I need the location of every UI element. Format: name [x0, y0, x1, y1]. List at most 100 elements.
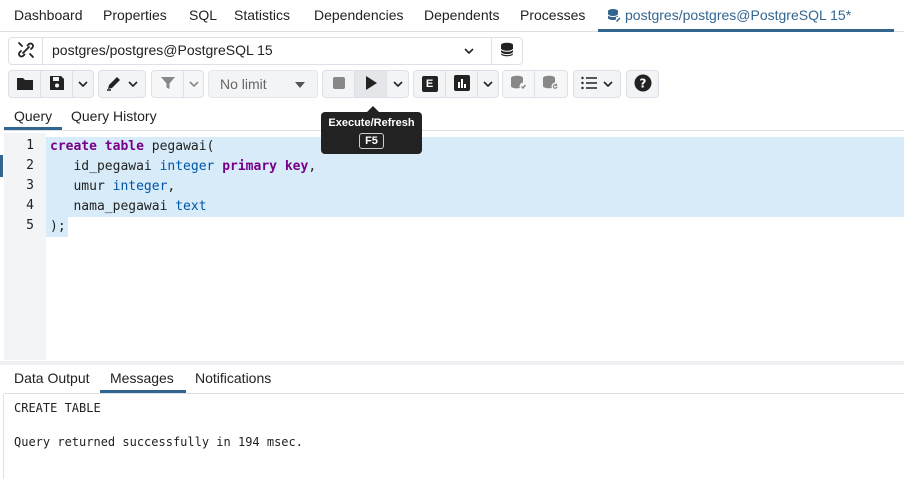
- filter-button[interactable]: [152, 71, 184, 97]
- code-line: );: [50, 217, 66, 237]
- execute-button-group: [322, 70, 409, 98]
- macros-button[interactable]: [574, 71, 620, 97]
- line-number: 1: [26, 138, 34, 153]
- filter-button-group: [151, 70, 204, 98]
- save-file-button[interactable]: [41, 71, 73, 97]
- connection-label: postgres/postgres@PostgreSQL 15: [52, 42, 273, 58]
- new-connection-button[interactable]: [491, 38, 523, 64]
- explain-icon: E: [421, 76, 438, 92]
- edit-button[interactable]: [99, 71, 145, 97]
- active-tab-indicator: [4, 127, 62, 130]
- tab-dependencies[interactable]: Dependencies: [314, 7, 404, 23]
- explain-button[interactable]: E: [414, 71, 446, 97]
- sql-text: ,: [167, 179, 176, 194]
- pencil-icon: [106, 75, 122, 94]
- play-icon: [365, 75, 377, 93]
- message-line: CREATE TABLE: [14, 401, 101, 415]
- chevron-down-icon: [188, 76, 199, 92]
- tooltip-shortcut: F5: [359, 133, 384, 149]
- rollback-button[interactable]: [535, 71, 567, 97]
- filter-icon: [160, 76, 175, 93]
- sql-text: ,: [308, 159, 317, 174]
- tab-messages[interactable]: Messages: [110, 370, 174, 386]
- explain-options-button[interactable]: [478, 71, 498, 97]
- sql-type: integer: [159, 159, 215, 174]
- save-options-button[interactable]: [73, 71, 93, 97]
- code-line: umur integer,: [50, 177, 175, 197]
- tab-query-history[interactable]: Query History: [71, 108, 157, 124]
- database-check-icon: [510, 75, 528, 94]
- row-limit-value: No limit: [220, 76, 267, 92]
- chevron-down-icon: [483, 76, 493, 92]
- help-button[interactable]: ?: [627, 71, 658, 97]
- active-line-marker: [0, 155, 3, 177]
- explain-button-group: E: [413, 70, 499, 98]
- line-number: 5: [26, 218, 34, 233]
- tab-dependents[interactable]: Dependents: [424, 7, 500, 23]
- line-number: 3: [26, 178, 34, 193]
- tab-query[interactable]: Query: [14, 108, 52, 124]
- execute-button[interactable]: [355, 71, 387, 97]
- commit-button[interactable]: [503, 71, 535, 97]
- line-number: 2: [26, 158, 34, 173]
- transaction-button-group: [502, 70, 568, 98]
- connection-selector[interactable]: postgres/postgres@PostgreSQL 15: [8, 37, 523, 65]
- line-number: 4: [26, 198, 34, 213]
- chevron-down-icon: [128, 76, 138, 92]
- execute-options-button[interactable]: [387, 71, 408, 97]
- caret-down-icon: [295, 82, 305, 88]
- tab-sql[interactable]: SQL: [189, 7, 217, 23]
- bar-chart-icon: [453, 74, 470, 94]
- tab-data-output[interactable]: Data Output: [14, 370, 90, 386]
- open-file-button[interactable]: [9, 71, 41, 97]
- chevron-down-icon: [392, 76, 403, 92]
- sql-keyword: key: [284, 159, 309, 174]
- sql-text: );: [50, 219, 66, 234]
- stop-button[interactable]: [323, 71, 355, 97]
- sql-keyword: create: [50, 139, 97, 154]
- active-tab-indicator: [100, 390, 186, 393]
- sql-type: integer: [112, 179, 168, 194]
- tooltip-arrow: [367, 106, 379, 112]
- tab-statistics[interactable]: Statistics: [234, 7, 290, 23]
- sql-text: pegawai(: [143, 139, 215, 154]
- row-limit-select[interactable]: No limit: [208, 70, 318, 98]
- filter-options-button[interactable]: [184, 71, 203, 97]
- database-undo-icon: [542, 75, 560, 94]
- connection-status-button[interactable]: [9, 38, 43, 64]
- chevron-down-icon[interactable]: [463, 44, 475, 60]
- chevron-down-icon: [78, 76, 88, 92]
- macros-button-group: [573, 70, 621, 98]
- sql-text: id_pegawai: [50, 159, 160, 174]
- help-button-group: ?: [626, 70, 659, 98]
- query-tab-bar: Query Query History: [4, 102, 904, 131]
- database-icon: [500, 42, 516, 61]
- save-icon: [49, 75, 64, 93]
- explain-analyze-button[interactable]: [446, 71, 478, 97]
- list-icon: [580, 76, 597, 93]
- folder-icon: [16, 76, 33, 93]
- help-icon: ?: [634, 74, 652, 95]
- sql-text: umur: [50, 179, 113, 194]
- svg-text:?: ?: [639, 76, 646, 90]
- chevron-down-icon: [603, 76, 613, 92]
- active-tab-indicator: [598, 29, 894, 32]
- message-line: Query returned successfully in 194 msec.: [14, 435, 303, 449]
- sql-keyword: table: [104, 139, 144, 154]
- tab-notifications[interactable]: Notifications: [195, 370, 271, 386]
- code-line: id_pegawai integer primary key,: [50, 157, 316, 177]
- sql-editor[interactable]: 1 2 3 4 5 create table pegawai( id_pegaw…: [4, 133, 904, 360]
- sql-keyword: primary: [222, 159, 277, 174]
- tab-properties[interactable]: Properties: [103, 7, 167, 23]
- panel-border: [3, 394, 4, 479]
- tab-processes[interactable]: Processes: [520, 7, 585, 23]
- code-line: create table pegawai(: [50, 137, 214, 157]
- output-tab-bar: Data Output Messages Notifications: [4, 365, 904, 394]
- database-edit-icon: [607, 8, 621, 25]
- file-button-group: [8, 70, 94, 98]
- tab-query-tool[interactable]: postgres/postgres@PostgreSQL 15*: [607, 7, 851, 25]
- tab-dashboard[interactable]: Dashboard: [14, 7, 83, 23]
- link-icon: [17, 41, 35, 62]
